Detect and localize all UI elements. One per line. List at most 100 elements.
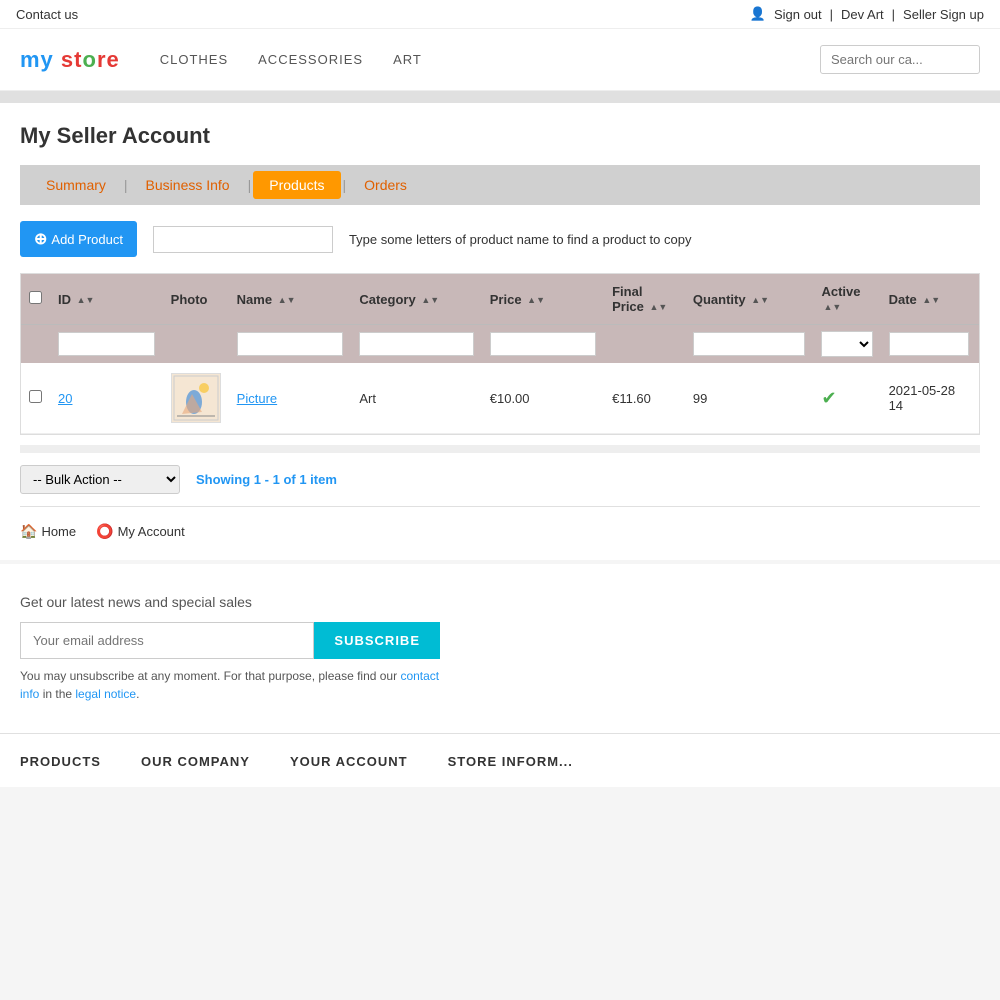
seller-signup-link[interactable]: Seller Sign up <box>903 7 984 22</box>
row-price: €10.00 <box>482 363 604 434</box>
filter-date-input[interactable] <box>889 332 969 356</box>
filter-price-input[interactable] <box>490 332 596 356</box>
footer-col-company: OUR COMPANY <box>141 754 250 777</box>
legal-notice-link[interactable]: legal notice <box>75 687 136 701</box>
row-category: Art <box>351 363 481 434</box>
col-final-price[interactable]: Final Price ▲▼ <box>604 274 685 325</box>
active-sort-arrows[interactable]: ▲▼ <box>823 303 841 312</box>
col-name[interactable]: Name ▲▼ <box>229 274 352 325</box>
footer-col-products-title: PRODUCTS <box>20 754 101 769</box>
row-checkbox[interactable] <box>29 390 42 403</box>
filter-photo-cell <box>163 325 229 364</box>
footer-col-account: YOUR ACCOUNT <box>290 754 408 777</box>
contact-us-link[interactable]: Contact us <box>16 7 78 22</box>
bulk-action-select[interactable]: -- Bulk Action -- Delete selected <box>20 465 180 494</box>
subscribe-button[interactable]: SUBSCRIBE <box>314 622 440 659</box>
col-quantity[interactable]: Quantity ▲▼ <box>685 274 814 325</box>
filter-id-input[interactable] <box>58 332 155 356</box>
tab-sep-2: | <box>246 177 254 193</box>
nav-clothes[interactable]: CLOTHES <box>160 52 228 67</box>
filter-id-cell <box>50 325 163 364</box>
row-final-price: €11.60 <box>604 363 685 434</box>
filter-price-cell <box>482 325 604 364</box>
footer-col-store-title: STORE INFORM... <box>448 754 573 769</box>
showing-label: Showing <box>196 472 250 487</box>
footer-col-store: STORE INFORM... <box>448 754 573 777</box>
footer-col-company-title: OUR COMPANY <box>141 754 250 769</box>
filter-row: Yes No <box>21 325 979 364</box>
newsletter-email-input[interactable] <box>20 622 314 659</box>
tab-business-info[interactable]: Business Info <box>130 171 246 199</box>
sign-out-link[interactable]: Sign out <box>774 7 822 22</box>
row-date: 2021-05-28 14 <box>881 363 979 434</box>
account-icon: ⭕ <box>96 523 113 540</box>
home-link[interactable]: 🏠 Home <box>20 523 76 540</box>
account-label: My Account <box>118 524 185 539</box>
filter-name-input[interactable] <box>237 332 344 356</box>
select-all-checkbox[interactable] <box>29 291 42 304</box>
nav-art[interactable]: ART <box>393 52 422 67</box>
price-sort-arrows[interactable]: ▲▼ <box>527 296 545 305</box>
filter-quantity-cell <box>685 325 814 364</box>
product-name-link[interactable]: Picture <box>237 391 277 406</box>
logo-my: my <box>20 47 54 72</box>
row-quantity: 99 <box>685 363 814 434</box>
products-table-wrapper: ID ▲▼ Photo Name ▲▼ Category ▲▼ Price ▲▼… <box>20 273 980 435</box>
filter-checkbox-cell <box>21 325 50 364</box>
separator: | <box>830 7 833 22</box>
logo-space <box>54 47 61 72</box>
newsletter-section: Get our latest news and special sales SU… <box>0 564 1000 733</box>
tab-orders[interactable]: Orders <box>348 171 423 199</box>
filter-category-input[interactable] <box>359 332 473 356</box>
filter-name-cell <box>229 325 352 364</box>
add-product-label: Add Product <box>51 232 123 247</box>
divider <box>0 91 1000 103</box>
name-sort-arrows[interactable]: ▲▼ <box>278 296 296 305</box>
product-id-link[interactable]: 20 <box>58 391 72 406</box>
logo-store: store <box>61 47 120 72</box>
filter-final-price-cell <box>604 325 685 364</box>
col-active[interactable]: Active ▲▼ <box>813 274 880 325</box>
user-icon: 👤 <box>750 6 766 22</box>
filter-active-cell: Yes No <box>813 325 880 364</box>
filter-category-cell <box>351 325 481 364</box>
home-label: Home <box>41 524 76 539</box>
header: my store CLOTHES ACCESSORIES ART <box>0 29 1000 91</box>
separator2: | <box>892 7 895 22</box>
scroll-indicator[interactable] <box>20 445 980 453</box>
filter-active-select[interactable]: Yes No <box>821 331 872 357</box>
add-product-button[interactable]: ⊕ Add Product <box>20 221 137 257</box>
nav-accessories[interactable]: ACCESSORIES <box>258 52 363 67</box>
main-nav: CLOTHES ACCESSORIES ART <box>160 52 780 67</box>
showing-range: 1 - 1 <box>254 472 284 487</box>
filter-quantity-input[interactable] <box>693 332 806 356</box>
footer-col-account-title: YOUR ACCOUNT <box>290 754 408 769</box>
col-id[interactable]: ID ▲▼ <box>50 274 163 325</box>
col-category[interactable]: Category ▲▼ <box>351 274 481 325</box>
tab-sep-3: | <box>341 177 349 193</box>
col-date[interactable]: Date ▲▼ <box>881 274 979 325</box>
quantity-sort-arrows[interactable]: ▲▼ <box>751 296 769 305</box>
dev-art: Dev Art <box>841 7 884 22</box>
logo-o: o <box>82 47 96 72</box>
copy-hint: Type some letters of product name to fin… <box>349 232 692 247</box>
row-photo <box>163 363 229 434</box>
tab-products[interactable]: Products <box>253 171 340 199</box>
main-content: My Seller Account Summary | Business Inf… <box>0 103 1000 560</box>
toolbar: ⊕ Add Product Type some letters of produ… <box>20 205 980 273</box>
category-sort-arrows[interactable]: ▲▼ <box>421 296 439 305</box>
tab-summary[interactable]: Summary <box>30 171 122 199</box>
col-price[interactable]: Price ▲▼ <box>482 274 604 325</box>
top-bar-right: 👤 Sign out | Dev Art | Seller Sign up <box>750 6 984 22</box>
date-sort-arrows[interactable]: ▲▼ <box>922 296 940 305</box>
id-sort-arrows[interactable]: ▲▼ <box>77 296 95 305</box>
search-product-input[interactable] <box>153 226 333 253</box>
table-header-row: ID ▲▼ Photo Name ▲▼ Category ▲▼ Price ▲▼… <box>21 274 979 325</box>
my-account-link[interactable]: ⭕ My Account <box>96 523 185 540</box>
logo: my store <box>20 47 120 73</box>
row-name: Picture <box>229 363 352 434</box>
footer-links: 🏠 Home ⭕ My Account <box>20 506 980 560</box>
search-input[interactable] <box>820 45 980 74</box>
final-price-sort-arrows[interactable]: ▲▼ <box>650 303 668 312</box>
active-checkmark: ✔ <box>821 388 836 408</box>
